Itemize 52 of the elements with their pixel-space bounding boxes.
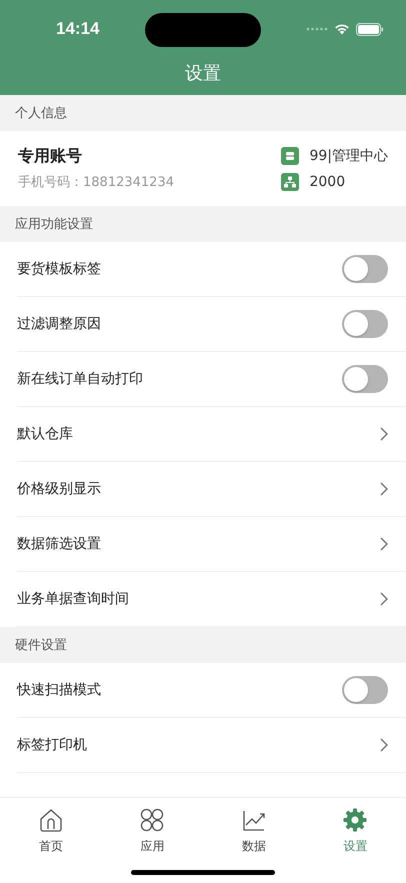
tab-item[interactable]: 数据 — [203, 798, 304, 855]
row-label: 标签打印机 — [17, 736, 87, 754]
phone-number: 手机号码：18812341234 — [18, 174, 174, 191]
settings-row[interactable]: 数据筛选设置 — [17, 517, 406, 572]
store-icon — [281, 146, 300, 164]
settings-row[interactable]: 要货模板标签 — [17, 242, 406, 297]
tab-label: 数据 — [242, 838, 266, 855]
row-label: 快速扫描模式 — [17, 681, 101, 699]
chevron-icon — [380, 427, 388, 441]
settings-row[interactable]: 业务单据查询时间 — [17, 572, 406, 627]
settings-row[interactable]: 新在线订单自动打印 — [17, 352, 406, 407]
store-name: 99|管理中心 — [309, 146, 388, 164]
settings-row[interactable]: 默认仓库 — [17, 407, 406, 462]
page-title: 设置 — [184, 62, 222, 86]
tab-label: 首页 — [38, 838, 63, 855]
section-title: 应用功能设置 — [15, 216, 93, 233]
signal-icon — [306, 27, 328, 31]
settings-row[interactable]: 价格级别显示 — [17, 462, 406, 517]
toggle-switch[interactable] — [342, 255, 388, 283]
home-icon — [38, 807, 64, 833]
chevron-icon — [380, 537, 388, 551]
toggle-switch[interactable] — [342, 676, 388, 704]
account-name: 专用账号 — [18, 146, 83, 167]
row-label: 价格级别显示 — [17, 480, 101, 498]
section-title: 硬件设置 — [15, 637, 67, 654]
store-code: 2000 — [309, 174, 346, 190]
settings-row[interactable]: 快速扫描模式 — [17, 663, 406, 718]
tab-item[interactable]: 应用 — [102, 798, 203, 855]
section-title: 个人信息 — [15, 105, 67, 122]
row-label: 新在线订单自动打印 — [17, 370, 143, 388]
battery-icon — [356, 22, 384, 36]
row-label: 业务单据查询时间 — [17, 590, 129, 608]
chevron-icon — [380, 592, 388, 606]
settings-row[interactable]: 标签打印机 — [17, 718, 406, 773]
tab-item[interactable]: 设置 — [304, 798, 406, 855]
tab-label: 设置 — [343, 838, 368, 855]
tab-item[interactable]: 首页 — [0, 798, 102, 855]
apps-icon — [139, 807, 166, 833]
row-label: 要货模板标签 — [17, 260, 101, 278]
row-label: 数据筛选设置 — [17, 535, 101, 553]
chevron-icon — [380, 738, 388, 752]
row-label: 过滤调整原因 — [17, 315, 101, 333]
status-time: 14:14 — [56, 19, 100, 39]
wifi-icon — [334, 23, 350, 35]
org-chart-icon — [281, 172, 300, 190]
toggle-switch[interactable] — [342, 365, 388, 393]
chevron-icon — [380, 482, 388, 496]
gear-icon — [342, 807, 368, 833]
toggle-switch[interactable] — [342, 310, 388, 338]
settings-row[interactable]: 过滤调整原因 — [17, 297, 406, 352]
tab-label: 应用 — [140, 838, 164, 855]
row-label: 默认仓库 — [17, 425, 73, 443]
